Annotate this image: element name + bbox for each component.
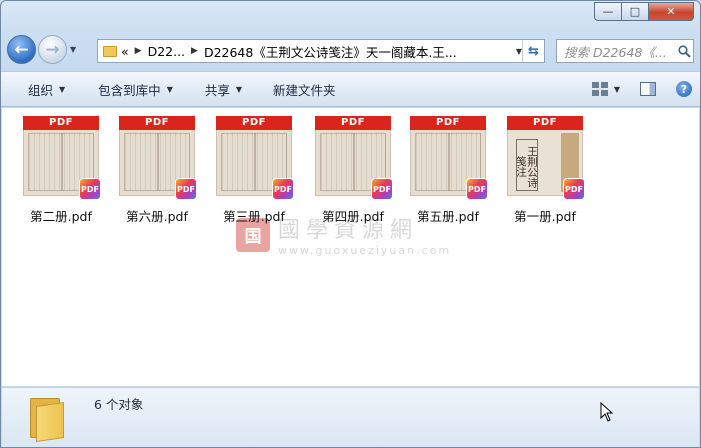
refresh-icon: ⇆: [528, 43, 539, 59]
pdf-thumbnail: PDF PDF: [315, 116, 393, 200]
chevron-right-icon[interactable]: ▶: [135, 46, 142, 56]
forward-arrow-icon: →: [45, 39, 60, 60]
pdf-app-icon: PDF: [79, 178, 101, 200]
pdf-banner: PDF: [216, 116, 292, 130]
pdf-thumbnail: PDF PDF: [23, 116, 101, 200]
file-item[interactable]: PDF PDF 第六册.pdf: [115, 116, 199, 225]
pdf-thumbnail: PDF PDF: [216, 116, 294, 200]
file-item[interactable]: 王荆公诗笺注 PDF PDF 第一册.pdf: [503, 116, 587, 225]
file-item[interactable]: PDF PDF 第五册.pdf: [406, 116, 490, 225]
organize-label: 组织: [28, 82, 54, 98]
chevron-down-icon[interactable]: ▼: [614, 85, 620, 94]
share-menu[interactable]: 共享 ▼: [205, 72, 242, 106]
toolbar-right: ▼ ?: [591, 72, 692, 106]
status-bar: 6 个对象: [2, 387, 699, 447]
pdf-thumbnail: PDF PDF: [119, 116, 197, 200]
file-name: 第二册.pdf: [30, 209, 92, 224]
chevron-down-icon: ▼: [59, 84, 66, 94]
include-in-library-label: 包含到库中: [98, 82, 161, 98]
file-name: 第四册.pdf: [322, 209, 384, 224]
breadcrumb-overflow[interactable]: «: [121, 44, 129, 59]
new-folder-label: 新建文件夹: [273, 82, 336, 98]
pdf-app-icon: PDF: [272, 178, 294, 200]
address-bar[interactable]: « ▶ D22... ▶ D22648《王荆文公诗笺注》天一阁藏本.王... ▼…: [97, 39, 545, 63]
pdf-app-icon: PDF: [466, 178, 488, 200]
help-icon[interactable]: ?: [676, 81, 692, 97]
pdf-banner: PDF: [315, 116, 391, 130]
navigation-buttons: ← → ▼: [7, 35, 80, 64]
close-button[interactable]: ✕: [648, 2, 694, 21]
pdf-app-icon: PDF: [175, 178, 197, 200]
file-name: 第一册.pdf: [514, 209, 576, 224]
pdf-banner: PDF: [410, 116, 486, 130]
item-count: 6 个对象: [94, 397, 144, 412]
file-item[interactable]: PDF PDF 第二册.pdf: [19, 116, 103, 225]
pdf-app-icon: PDF: [563, 178, 585, 200]
pdf-banner: PDF: [23, 116, 99, 130]
breadcrumb-item-current[interactable]: D22648《王荆文公诗笺注》天一阁藏本.王...: [204, 42, 457, 61]
explorer-window: — □ ✕ ← → ▼ « ▶ D22... ▶ D22648《王荆文公诗笺注》…: [0, 0, 701, 448]
search-icon[interactable]: [675, 44, 693, 58]
pdf-banner: PDF: [507, 116, 583, 130]
minimize-button[interactable]: —: [594, 2, 621, 21]
file-item[interactable]: PDF PDF 第四册.pdf: [311, 116, 395, 225]
chevron-down-icon: ▼: [166, 84, 173, 94]
change-view-icon[interactable]: [591, 82, 608, 96]
back-button[interactable]: ←: [7, 35, 36, 64]
chevron-right-icon[interactable]: ▶: [191, 46, 198, 56]
search-input[interactable]: 搜索 D22648《...: [557, 42, 675, 61]
refresh-button[interactable]: ⇆: [522, 40, 544, 62]
file-item[interactable]: PDF PDF 第三册.pdf: [212, 116, 296, 225]
organize-menu[interactable]: 组织 ▼: [28, 72, 65, 106]
mouse-cursor-icon: [600, 402, 614, 422]
caption-buttons: — □ ✕: [594, 2, 694, 21]
folder-icon: [103, 45, 117, 57]
command-bar: 组织 ▼ 包含到库中 ▼ 共享 ▼ 新建文件夹 ▼ ?: [1, 71, 700, 107]
pdf-thumbnail: 王荆公诗笺注 PDF PDF: [507, 116, 585, 200]
watermark-url: www.guoxueziyuan.com: [278, 244, 452, 257]
file-name: 第五册.pdf: [417, 209, 479, 224]
breadcrumb-item[interactable]: D22...: [148, 44, 185, 59]
cover-title: 王荆公诗笺注: [515, 139, 538, 191]
share-label: 共享: [204, 82, 230, 98]
chevron-down-icon: ▼: [70, 45, 77, 54]
pdf-banner: PDF: [119, 116, 195, 130]
back-arrow-icon: ←: [14, 39, 29, 60]
new-folder-button[interactable]: 新建文件夹: [273, 72, 336, 106]
forward-button[interactable]: →: [38, 35, 67, 64]
folder-icon: [30, 394, 74, 442]
search-box[interactable]: 搜索 D22648《...: [556, 39, 694, 63]
file-name: 第六册.pdf: [126, 209, 188, 224]
file-list: 国 國學資源網 www.guoxueziyuan.com PDF PDF 第二册.p…: [2, 108, 699, 386]
pdf-app-icon: PDF: [371, 178, 393, 200]
chevron-down-icon: ▼: [235, 84, 243, 94]
recent-pages-dropdown[interactable]: ▼: [70, 45, 80, 54]
pdf-thumbnail: PDF PDF: [410, 116, 488, 200]
preview-pane-icon[interactable]: [640, 82, 656, 96]
maximize-button[interactable]: □: [621, 2, 648, 21]
file-name: 第三册.pdf: [223, 209, 285, 224]
include-in-library-menu[interactable]: 包含到库中 ▼: [98, 72, 173, 106]
